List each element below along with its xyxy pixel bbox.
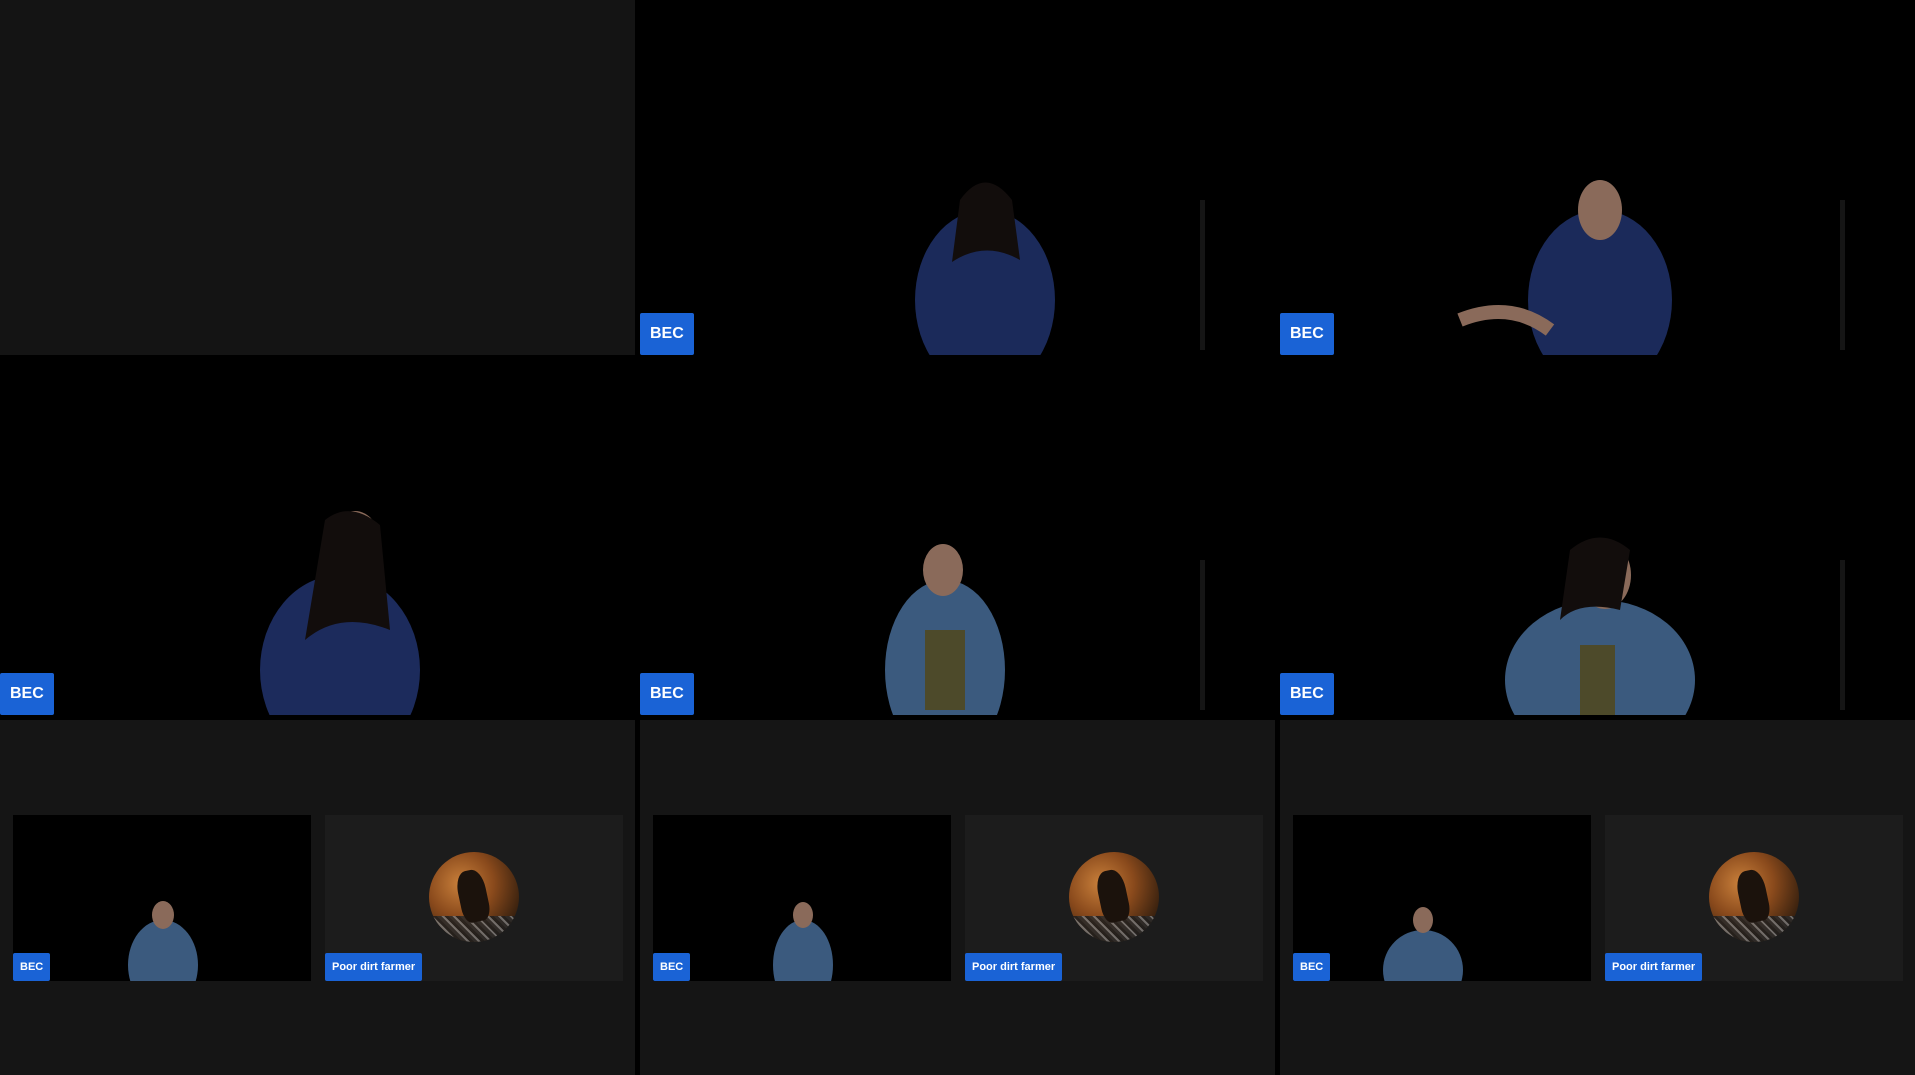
participant-name-badge: BEC (1280, 313, 1334, 355)
participant-video-tile-bec[interactable]: BEC (640, 360, 1275, 715)
participant-name-badge: BEC (640, 673, 694, 715)
participant-video-feed (1293, 815, 1591, 981)
mini-participant-audio-tile[interactable]: Poor dirt farmer (965, 815, 1263, 981)
participant-video-feed (640, 360, 1275, 715)
participant-video-feed (0, 360, 635, 715)
participant-video-feed (1280, 0, 1915, 355)
participant-name-badge: BEC (13, 953, 51, 981)
gallery-view-tile: BEC Poor dirt farmer (640, 720, 1275, 1075)
participant-video-feed (653, 815, 951, 981)
gallery-view-tile: BEC Poor dirt farmer (1280, 720, 1915, 1075)
gallery-view-tile: BEC Poor dirt farmer (0, 720, 635, 1075)
participant-name-badge: Poor dirt farmer (1605, 953, 1703, 981)
participant-name-badge: Poor dirt farmer (325, 953, 423, 981)
participant-avatar-icon (1709, 852, 1799, 942)
participant-video-tile-bec[interactable]: BEC (1280, 360, 1915, 715)
participant-video-feed (640, 0, 1275, 355)
video-grid: BEC BEC BEC BEC BEC BEC Poor dirt farmer… (0, 0, 1915, 1075)
participant-name-badge: Poor dirt farmer (965, 953, 1063, 981)
participant-name-badge: BEC (1293, 953, 1331, 981)
participant-name-badge: BEC (653, 953, 691, 981)
participant-avatar-icon (1069, 852, 1159, 942)
mini-participant-audio-tile[interactable]: Poor dirt farmer (1605, 815, 1903, 981)
participant-video-feed (1280, 360, 1915, 715)
participant-name-badge: BEC (640, 313, 694, 355)
participant-video-tile-bec[interactable]: BEC (640, 0, 1275, 355)
mini-participant-video-tile[interactable]: BEC (653, 815, 951, 981)
participant-avatar-icon (429, 852, 519, 942)
mini-participant-video-tile[interactable]: BEC (13, 815, 311, 981)
participant-video-feed (13, 815, 311, 981)
mini-participant-video-tile[interactable]: BEC (1293, 815, 1591, 981)
mini-participant-audio-tile[interactable]: Poor dirt farmer (325, 815, 623, 981)
empty-video-tile (0, 0, 635, 355)
participant-video-tile-bec[interactable]: BEC (0, 360, 635, 715)
participant-name-badge: BEC (1280, 673, 1334, 715)
participant-video-tile-bec[interactable]: BEC (1280, 0, 1915, 355)
participant-name-badge: BEC (0, 673, 54, 715)
